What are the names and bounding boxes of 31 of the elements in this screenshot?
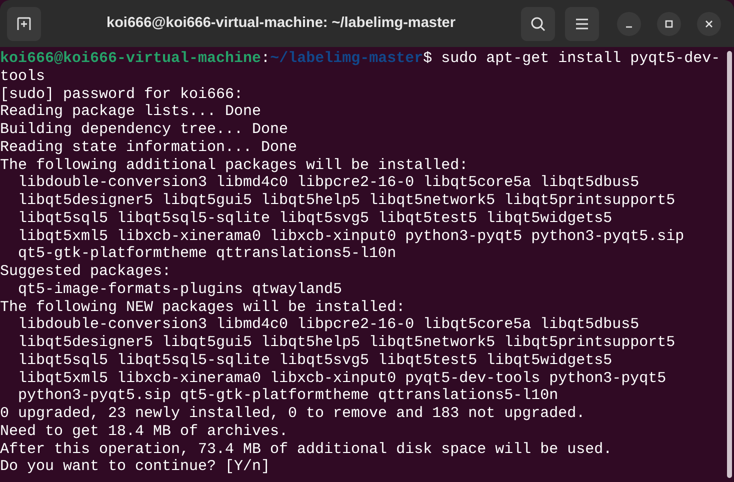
maximize-icon[interactable] [657,12,681,36]
terminal-line: qt5-gtk-platformtheme qttranslations5-l10n [17,245,396,263]
terminal-line: Do you want to continue? [Y/n] [0,458,270,476]
terminal-line: libqt5designer5 libqt5gui5 libqt5help5 libqt5network5 libqt5printsupport5 [17,192,676,210]
terminal-line: python3-pyqt5.sip qt5-gtk-platformtheme qttranslations5-l10n [17,387,558,405]
terminal-line: libqt5sql5 libqt5sql5-sqlite libqt5svg5 libqt5test5 libqt5widgets5 [17,210,612,228]
terminal-line: libdouble-conversion3 libmd4c0 libpcre2-16-0 libqt5core5a libqt5dbus5 [17,316,640,334]
terminal-line: 0 upgraded, 23 newly installed, 0 to remove and 183 not upgraded. [0,405,586,423]
scrollbar[interactable] [727,51,732,478]
terminal-line: qt5-image-formats-plugins qtwayland5 [17,280,342,298]
minimize-icon[interactable] [617,12,641,36]
terminal-line: libdouble-conversion3 libmd4c0 libpcre2-16-0 libqt5core5a libqt5dbus5 [17,174,640,192]
terminal-line: The following additional packages will be installed: [0,156,468,174]
terminal-line: Reading package lists... Done [0,103,262,121]
terminal-line: libqt5xml5 libxcb-xinerama0 libxcb-xinput0 python3-pyqt5 python3-pyqt5.sip [17,228,684,246]
close-icon[interactable] [697,12,721,36]
window-title: koi666@koi666-virtual-machine: ~/labelimg-master [106,14,456,33]
terminal-line: Suggested packages: [0,263,172,281]
terminal-line: After this operation, 73.4 MB of additional disk space will be used. [0,440,612,458]
terminal-line: libqt5designer5 libqt5gui5 libqt5help5 libqt5network5 libqt5printsupport5 [17,334,676,352]
terminal-line: libqt5xml5 libxcb-xinerama0 libxcb-xinput0 pyqt5-dev-tools python3-pyqt5 [17,370,666,388]
search-icon[interactable] [521,6,555,40]
terminal-line: Reading state information... Done [0,138,298,156]
terminal-line: Building dependency tree... Done [0,121,288,139]
terminal-line: The following NEW packages will be installed: [0,298,406,316]
terminal-line: Need to get 18.4 MB of archives. [0,422,288,440]
menu-icon[interactable] [565,6,599,40]
command-line: koi666@koi666-virtual-machine:~/labelimg-master$ sudo apt-get install pyqt5-dev-tools [0,50,722,86]
new-tab-icon[interactable] [7,6,41,40]
terminal-line: libqt5sql5 libqt5sql5-sqlite libqt5svg5 libqt5test5 libqt5widgets5 [17,352,612,370]
terminal-line: [sudo] password for koi666: [0,86,244,104]
